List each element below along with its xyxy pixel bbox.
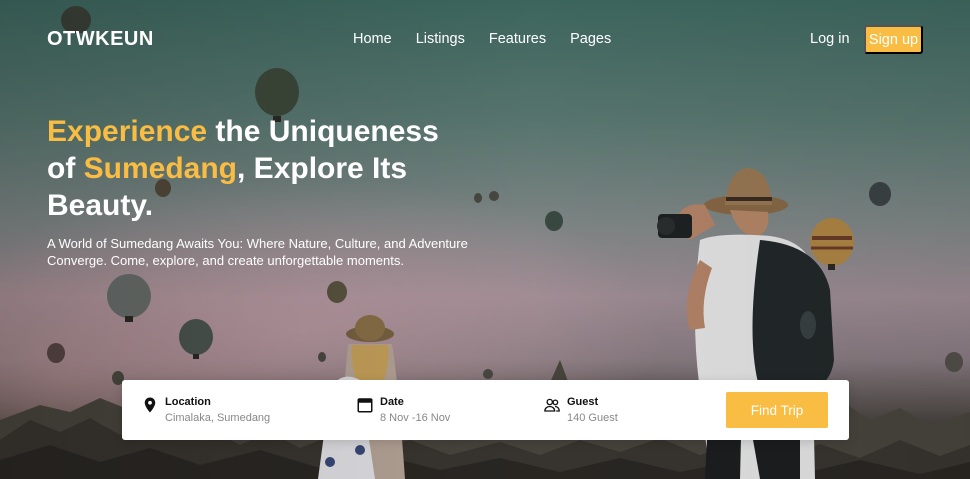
balloon-14 xyxy=(318,352,493,379)
balloon-11 xyxy=(945,352,963,372)
nav-link-pages[interactable]: Pages xyxy=(570,31,611,47)
nav-menu: Home Listings Features Pages xyxy=(353,31,611,47)
headline-accent-experience: Experience xyxy=(47,115,208,148)
location-label: Location xyxy=(165,396,211,408)
balloon-9 xyxy=(869,182,891,206)
location-field[interactable]: Location Cimalaka, Sumedang xyxy=(141,396,270,425)
date-label: Date xyxy=(380,396,404,408)
balloon-6 xyxy=(327,281,347,303)
balloon-7 xyxy=(47,343,65,363)
balloon-8 xyxy=(545,211,563,231)
location-value: Cimalaka, Sumedang xyxy=(165,412,271,424)
balloon-3 xyxy=(107,274,151,322)
nav-link-features[interactable]: Features xyxy=(489,31,546,47)
nav-link-listings[interactable]: Listings xyxy=(416,31,465,47)
map-pin-icon xyxy=(144,397,156,413)
calendar-icon xyxy=(357,398,373,413)
guest-value: 140 Guest xyxy=(567,412,618,424)
date-field[interactable]: Date 8 Nov -16 Nov xyxy=(356,396,450,425)
balloon-4 xyxy=(179,319,213,359)
nav-link-home[interactable]: Home xyxy=(353,31,392,47)
guest-label: Guest xyxy=(567,396,599,408)
headline-text-4: Beauty. xyxy=(47,189,154,222)
headline-text-2: of xyxy=(47,152,84,185)
date-value: 8 Nov -16 Nov xyxy=(380,412,451,424)
headline-text-1: the Uniqueness xyxy=(207,115,439,148)
signup-button[interactable]: Sign up xyxy=(864,25,923,54)
headline-text-3: , Explore Its xyxy=(237,152,408,185)
hero-subtext: A World of Sumedang Awaits You: Where Na… xyxy=(47,236,468,268)
users-icon xyxy=(544,398,560,412)
login-link[interactable]: Log in xyxy=(810,31,850,47)
brand-logo[interactable]: OTWKEUN xyxy=(47,28,154,51)
headline-accent-sumedang: Sumedang xyxy=(83,152,238,185)
trip-search-bar: Location Cimalaka, Sumedang Date 8 Nov -… xyxy=(122,380,849,440)
top-navigation: OTWKEUN Home Listings Features Pages Log… xyxy=(0,0,970,80)
find-trip-button[interactable]: Find Trip xyxy=(726,392,828,428)
hero-headline: Experience the Uniqueness of Sumedang, Ex… xyxy=(47,113,487,224)
balloon-10 xyxy=(810,218,854,270)
guest-field[interactable]: Guest 140 Guest xyxy=(543,396,618,425)
